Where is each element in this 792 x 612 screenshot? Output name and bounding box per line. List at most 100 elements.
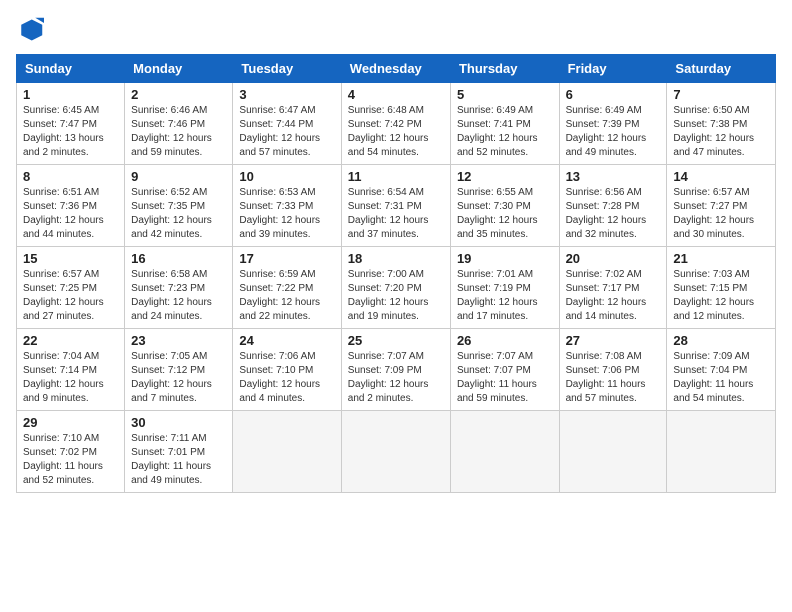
- day-info: Sunrise: 6:52 AM Sunset: 7:35 PM Dayligh…: [131, 186, 226, 242]
- day-number: 18: [348, 251, 444, 266]
- calendar-cell: 7 Sunrise: 6:50 AM Sunset: 7:38 PM Daylig…: [667, 83, 776, 165]
- calendar-cell: 25Sunrise: 7:07 AM Sunset: 7:09 PM Dayli…: [341, 329, 450, 411]
- day-number: 15: [23, 251, 118, 266]
- day-number: 23: [131, 333, 226, 348]
- day-info: Sunrise: 6:49 AM Sunset: 7:39 PM Dayligh…: [566, 104, 661, 160]
- day-number: 21: [673, 251, 769, 266]
- calendar-cell: 3 Sunrise: 6:47 AM Sunset: 7:44 PM Daylig…: [233, 83, 341, 165]
- day-info: Sunrise: 7:02 AM Sunset: 7:17 PM Dayligh…: [566, 268, 661, 324]
- day-number: 16: [131, 251, 226, 266]
- calendar-cell: 18Sunrise: 7:00 AM Sunset: 7:20 PM Dayli…: [341, 247, 450, 329]
- day-info: Sunrise: 6:59 AM Sunset: 7:22 PM Dayligh…: [239, 268, 334, 324]
- day-info: Sunrise: 6:57 AM Sunset: 7:25 PM Dayligh…: [23, 268, 118, 324]
- calendar-week-2: 15 Sunrise: 6:57 AM Sunset: 7:25 PM Dayli…: [17, 247, 776, 329]
- day-number: 17: [239, 251, 334, 266]
- day-info: Sunrise: 7:07 AM Sunset: 7:09 PM Dayligh…: [348, 350, 444, 406]
- day-info: Sunrise: 6:58 AM Sunset: 7:23 PM Dayligh…: [131, 268, 226, 324]
- day-number: 7: [673, 87, 769, 102]
- day-number: 20: [566, 251, 661, 266]
- day-number: 12: [457, 169, 553, 184]
- weekday-header-saturday: Saturday: [667, 55, 776, 83]
- day-number: 13: [566, 169, 661, 184]
- day-number: 26: [457, 333, 553, 348]
- calendar-cell: 9 Sunrise: 6:52 AM Sunset: 7:35 PM Daylig…: [125, 165, 233, 247]
- day-info: Sunrise: 6:48 AM Sunset: 7:42 PM Dayligh…: [348, 104, 444, 160]
- day-number: 3: [239, 87, 334, 102]
- calendar-cell: 16 Sunrise: 6:58 AM Sunset: 7:23 PM Dayli…: [125, 247, 233, 329]
- weekday-header-friday: Friday: [559, 55, 667, 83]
- day-info: Sunrise: 6:56 AM Sunset: 7:28 PM Dayligh…: [566, 186, 661, 242]
- calendar-cell: 28 Sunrise: 7:09 AM Sunset: 7:04 PM Dayli…: [667, 329, 776, 411]
- day-number: 11: [348, 169, 444, 184]
- day-number: 14: [673, 169, 769, 184]
- day-number: 10: [239, 169, 334, 184]
- calendar-cell: 20 Sunrise: 7:02 AM Sunset: 7:17 PM Dayli…: [559, 247, 667, 329]
- day-info: Sunrise: 7:06 AM Sunset: 7:10 PM Dayligh…: [239, 350, 334, 406]
- calendar-cell: 21 Sunrise: 7:03 AM Sunset: 7:15 PM Dayli…: [667, 247, 776, 329]
- calendar-week-4: 29 Sunrise: 7:10 AM Sunset: 7:02 PM Dayli…: [17, 411, 776, 493]
- day-number: 1: [23, 87, 118, 102]
- day-number: 27: [566, 333, 661, 348]
- weekday-header-monday: Monday: [125, 55, 233, 83]
- day-number: 4: [348, 87, 444, 102]
- calendar-cell: 15 Sunrise: 6:57 AM Sunset: 7:25 PM Dayli…: [17, 247, 125, 329]
- day-number: 28: [673, 333, 769, 348]
- day-number: 19: [457, 251, 553, 266]
- calendar-cell: 30 Sunrise: 7:11 AM Sunset: 7:01 PM Dayli…: [125, 411, 233, 493]
- day-info: Sunrise: 6:49 AM Sunset: 7:41 PM Dayligh…: [457, 104, 553, 160]
- calendar-cell: 11 Sunrise: 6:54 AM Sunset: 7:31 PM Dayli…: [341, 165, 450, 247]
- calendar-cell: 22Sunrise: 7:04 AM Sunset: 7:14 PM Dayli…: [17, 329, 125, 411]
- calendar-cell: [559, 411, 667, 493]
- day-number: 5: [457, 87, 553, 102]
- day-info: Sunrise: 7:04 AM Sunset: 7:14 PM Dayligh…: [23, 350, 118, 406]
- day-number: 30: [131, 415, 226, 430]
- calendar-cell: 27 Sunrise: 7:08 AM Sunset: 7:06 PM Dayli…: [559, 329, 667, 411]
- day-info: Sunrise: 6:51 AM Sunset: 7:36 PM Dayligh…: [23, 186, 118, 242]
- calendar-week-1: 8 Sunrise: 6:51 AM Sunset: 7:36 PM Daylig…: [17, 165, 776, 247]
- calendar-cell: 17 Sunrise: 6:59 AM Sunset: 7:22 PM Dayli…: [233, 247, 341, 329]
- day-info: Sunrise: 7:07 AM Sunset: 7:07 PM Dayligh…: [457, 350, 553, 406]
- calendar-cell: 14 Sunrise: 6:57 AM Sunset: 7:27 PM Dayli…: [667, 165, 776, 247]
- weekday-header-thursday: Thursday: [450, 55, 559, 83]
- calendar-cell: 2 Sunrise: 6:46 AM Sunset: 7:46 PM Daylig…: [125, 83, 233, 165]
- weekday-header-tuesday: Tuesday: [233, 55, 341, 83]
- day-info: Sunrise: 7:10 AM Sunset: 7:02 PM Dayligh…: [23, 432, 118, 488]
- day-info: Sunrise: 6:47 AM Sunset: 7:44 PM Dayligh…: [239, 104, 334, 160]
- day-number: 8: [23, 169, 118, 184]
- weekday-header-wednesday: Wednesday: [341, 55, 450, 83]
- day-info: Sunrise: 6:54 AM Sunset: 7:31 PM Dayligh…: [348, 186, 444, 242]
- day-info: Sunrise: 6:53 AM Sunset: 7:33 PM Dayligh…: [239, 186, 334, 242]
- calendar-cell: 23 Sunrise: 7:05 AM Sunset: 7:12 PM Dayli…: [125, 329, 233, 411]
- day-info: Sunrise: 7:03 AM Sunset: 7:15 PM Dayligh…: [673, 268, 769, 324]
- calendar-cell: [667, 411, 776, 493]
- calendar-cell: [341, 411, 450, 493]
- day-number: 24: [239, 333, 334, 348]
- logo: [16, 16, 48, 44]
- calendar-cell: 5 Sunrise: 6:49 AM Sunset: 7:41 PM Daylig…: [450, 83, 559, 165]
- calendar-cell: 6 Sunrise: 6:49 AM Sunset: 7:39 PM Daylig…: [559, 83, 667, 165]
- day-info: Sunrise: 6:55 AM Sunset: 7:30 PM Dayligh…: [457, 186, 553, 242]
- calendar-cell: 4 Sunrise: 6:48 AM Sunset: 7:42 PM Daylig…: [341, 83, 450, 165]
- day-number: 29: [23, 415, 118, 430]
- calendar-table: SundayMondayTuesdayWednesdayThursdayFrid…: [16, 54, 776, 493]
- day-info: Sunrise: 7:01 AM Sunset: 7:19 PM Dayligh…: [457, 268, 553, 324]
- day-info: Sunrise: 7:11 AM Sunset: 7:01 PM Dayligh…: [131, 432, 226, 488]
- calendar-cell: 10 Sunrise: 6:53 AM Sunset: 7:33 PM Dayli…: [233, 165, 341, 247]
- day-info: Sunrise: 7:09 AM Sunset: 7:04 PM Dayligh…: [673, 350, 769, 406]
- calendar-cell: 29 Sunrise: 7:10 AM Sunset: 7:02 PM Dayli…: [17, 411, 125, 493]
- calendar-cell: 12 Sunrise: 6:55 AM Sunset: 7:30 PM Dayli…: [450, 165, 559, 247]
- day-info: Sunrise: 6:57 AM Sunset: 7:27 PM Dayligh…: [673, 186, 769, 242]
- calendar-cell: 19 Sunrise: 7:01 AM Sunset: 7:19 PM Dayli…: [450, 247, 559, 329]
- day-info: Sunrise: 6:45 AM Sunset: 7:47 PM Dayligh…: [23, 104, 118, 160]
- calendar-cell: 24 Sunrise: 7:06 AM Sunset: 7:10 PM Dayli…: [233, 329, 341, 411]
- day-info: Sunrise: 6:46 AM Sunset: 7:46 PM Dayligh…: [131, 104, 226, 160]
- day-number: 9: [131, 169, 226, 184]
- calendar-week-3: 22Sunrise: 7:04 AM Sunset: 7:14 PM Dayli…: [17, 329, 776, 411]
- calendar-cell: 13 Sunrise: 6:56 AM Sunset: 7:28 PM Dayli…: [559, 165, 667, 247]
- day-number: 2: [131, 87, 226, 102]
- day-number: 6: [566, 87, 661, 102]
- day-info: Sunrise: 7:05 AM Sunset: 7:12 PM Dayligh…: [131, 350, 226, 406]
- logo-icon: [16, 16, 44, 44]
- day-info: Sunrise: 6:50 AM Sunset: 7:38 PM Dayligh…: [673, 104, 769, 160]
- day-info: Sunrise: 7:08 AM Sunset: 7:06 PM Dayligh…: [566, 350, 661, 406]
